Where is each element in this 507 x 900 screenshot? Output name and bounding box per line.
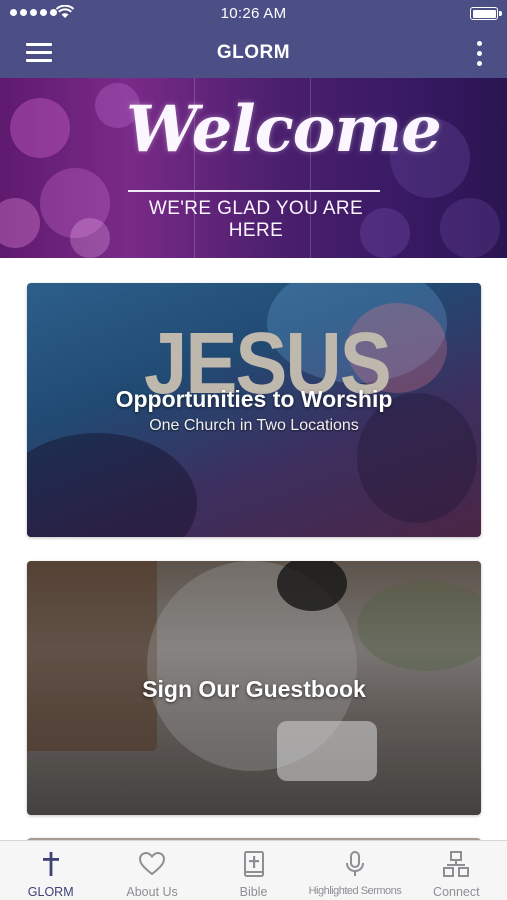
tab-bible[interactable]: Bible — [203, 841, 304, 900]
hamburger-menu-icon[interactable] — [18, 38, 54, 68]
connect-network-icon — [443, 851, 470, 877]
tab-label: GLORM — [27, 885, 74, 899]
tab-label: Connect — [433, 885, 480, 899]
tab-highlighted-sermons[interactable]: Highlighted Sermons — [304, 841, 405, 900]
welcome-banner: Welcome WE'RE GLAD YOU ARE HERE — [0, 78, 507, 258]
worship-card-title: Opportunities to Worship — [115, 386, 393, 412]
cross-icon — [42, 852, 59, 876]
tab-label: Highlighted Sermons — [308, 885, 402, 897]
banner-subtitle: WE'RE GLAD YOU ARE HERE — [148, 198, 364, 241]
status-time: 10:26 AM — [220, 5, 287, 22]
banner-divider — [128, 190, 380, 192]
nav-bar: GLORM — [0, 28, 507, 78]
page-title: GLORM — [216, 42, 291, 63]
guestbook-card[interactable]: Sign Our Guestbook — [27, 561, 481, 815]
status-bar: 10:26 AM — [0, 0, 507, 28]
more-vertical-icon[interactable] — [471, 39, 487, 69]
guestbook-card-title: Sign Our Guestbook — [142, 676, 366, 702]
tab-connect[interactable]: Connect — [406, 841, 507, 900]
tab-about-us[interactable]: About Us — [101, 841, 202, 900]
battery-full-icon — [470, 7, 502, 20]
bible-icon — [243, 851, 264, 877]
tab-bar: GLORM About Us Bible Highlighted Sermons — [0, 840, 507, 900]
tab-glorm[interactable]: GLORM — [0, 841, 101, 900]
worship-card[interactable]: JESUS Opportunities to Worship One Churc… — [27, 283, 481, 537]
microphone-icon — [345, 851, 364, 876]
banner-title: Welcome — [126, 92, 442, 167]
heart-icon — [139, 851, 166, 876]
tab-label: About Us — [126, 885, 178, 899]
tab-label: Bible — [239, 885, 268, 899]
worship-card-subtitle: One Church in Two Locations — [149, 417, 359, 434]
